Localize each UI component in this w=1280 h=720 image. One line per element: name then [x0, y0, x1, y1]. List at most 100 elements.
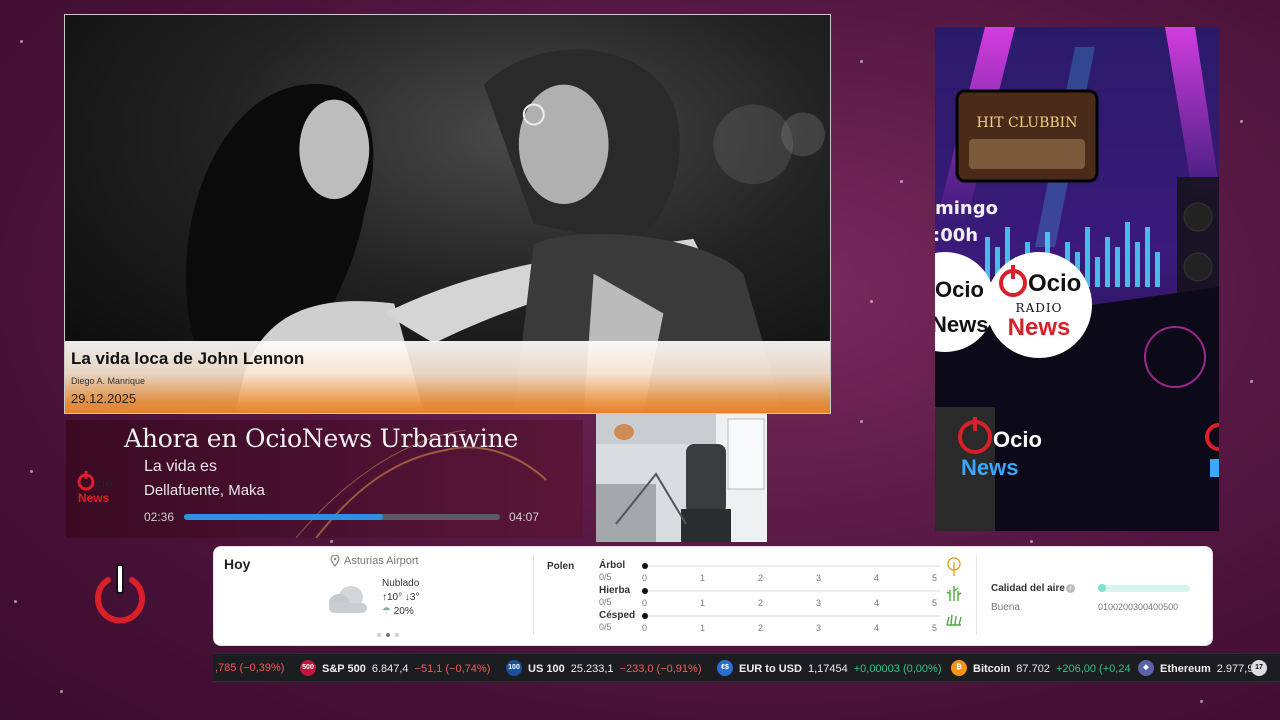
svg-text:cio: cio: [95, 476, 112, 490]
radio-promo-poster: HIT CLUBBIN mingo :00h Ocio News Ocio RA…: [935, 27, 1219, 531]
elapsed-time: 02:36: [144, 510, 175, 524]
info-icon[interactable]: i: [1066, 584, 1075, 593]
promo-sign: HIT CLUBBIN: [977, 115, 1078, 131]
ticker-name: S&P 500: [322, 663, 366, 675]
weather-location[interactable]: Asturias Airport: [330, 555, 419, 567]
ticker-change: −51,1 (−0,74%): [414, 663, 491, 675]
pollen-scale: 0 1 2 3 4 5: [642, 573, 942, 584]
market-ticker[interactable]: ,785 (−0,39%) 500 S&P 500 6.847,4 −51,1 …: [213, 653, 1280, 682]
ticker-name: EUR to USD: [739, 663, 802, 675]
tick: 0: [642, 623, 648, 633]
tick: 3: [816, 598, 822, 608]
news-title[interactable]: La vida loca de John Lennon: [71, 349, 824, 369]
ticker-change: −233,0 (−0,91%): [619, 663, 702, 675]
ticker-price: 2.977,9: [1216, 663, 1254, 675]
location-pin-icon: [330, 555, 340, 567]
grass-icon: [946, 586, 962, 601]
weather-rain: ☂ 20%: [382, 606, 414, 617]
pager-dot-active[interactable]: [386, 633, 390, 637]
progress-fill: [184, 514, 384, 520]
ocionews-logo: cio News: [77, 471, 112, 505]
ticker-price: 25.233,1: [570, 663, 614, 675]
pollen-bar: [642, 588, 940, 594]
news-caption: La vida loca de John Lennon Diego A. Man…: [65, 341, 830, 413]
umbrella-icon: ☂: [382, 606, 391, 617]
weather-condition: Nublado: [382, 578, 420, 589]
weather-today[interactable]: Hoy: [224, 556, 250, 572]
bitcoin-icon: ₿: [951, 660, 967, 676]
webcam-feed: [596, 414, 767, 542]
weather-location-label: Asturias Airport: [344, 555, 419, 567]
ticker-item[interactable]: ,785 (−0,39%): [215, 662, 284, 674]
ticker-item-ethereum[interactable]: ◆ Ethereum 2.977,9: [1138, 660, 1254, 676]
pollen-bar: [642, 613, 940, 619]
tick: 1: [700, 598, 706, 608]
eurusd-icon: €$: [717, 660, 733, 676]
pager-dot[interactable]: [377, 633, 381, 637]
us100-icon: 100: [506, 660, 522, 676]
promo-day: mingo: [935, 198, 998, 219]
tick: 0: [642, 598, 648, 608]
tick: 0: [642, 573, 648, 583]
news-author: Diego A. Manrique: [71, 376, 146, 386]
temp-high: 10°: [387, 592, 403, 603]
ticker-change: +206,00 (+0,24: [1055, 663, 1131, 675]
ticker-item-us100[interactable]: 100 US 100 25.233,1 −233,0 (−0,91%): [506, 660, 702, 676]
pollen-row-grass: Hierba 0/5 0 1 2 3 4 5: [599, 585, 962, 609]
ticker-name: Ethereum: [1160, 663, 1211, 675]
pollen-name: Árbol: [599, 560, 626, 571]
pollen-row-lawn: Césped 0/5 0 1 2 3 4 5: [599, 610, 962, 634]
total-time: 04:07: [509, 510, 540, 524]
song-artist: Dellafuente, Maka: [144, 482, 265, 499]
tick: 4: [874, 573, 880, 583]
promo-left-news: News: [935, 312, 988, 337]
weather-pager[interactable]: [377, 633, 399, 637]
pollen-name: Hierba: [599, 585, 631, 596]
divider: [533, 555, 534, 635]
rain-chance: 20%: [393, 606, 414, 617]
tick: 5: [932, 598, 938, 608]
tick: 1: [700, 623, 706, 633]
promo-logo-ocio: Ocio: [1028, 270, 1081, 297]
pollen-scale: 0 1 2 3 4 5: [642, 623, 942, 634]
weather-widget: Hoy Asturias Airport Nublado ↑10° ↓3° ☂ …: [213, 546, 1213, 646]
now-playing-panel: Ahora en OcioNews Urbanwine cio News La …: [66, 420, 583, 538]
news-card[interactable]: La vida loca de John Lennon Diego A. Man…: [64, 14, 831, 414]
promo-bottom-news: News: [961, 455, 1018, 480]
song-title: La vida es: [144, 458, 217, 475]
ticker-item-bitcoin[interactable]: ₿ Bitcoin 87.702 +206,00 (+0,24: [951, 660, 1131, 676]
ticker-change: ,785 (−0,39%): [215, 662, 285, 674]
pollen-bar: [642, 563, 940, 569]
promo-bottom-ocio: Ocio: [993, 427, 1042, 452]
ticker-change: +0,00003 (0,00%): [853, 663, 942, 675]
tick: 2: [758, 573, 764, 583]
temp-low: 3°: [409, 592, 420, 603]
tick: 3: [816, 623, 822, 633]
pollen-level-dot: [642, 588, 648, 594]
progress-bar[interactable]: [184, 514, 500, 520]
tick: 2: [758, 598, 764, 608]
ticker-name: US 100: [528, 663, 565, 675]
tree-icon: [947, 557, 961, 576]
pollen-value: 0/5: [599, 572, 612, 582]
promo-left-ocio: Ocio: [935, 277, 984, 302]
ticker-item-eurusd[interactable]: €$ EUR to USD 1,17454 +0,00003 (0,00%): [717, 660, 942, 676]
power-icon[interactable]: [93, 562, 147, 624]
tick: 4: [874, 623, 880, 633]
ticker-item-sp500[interactable]: 500 S&P 500 6.847,4 −51,1 (−0,74%): [300, 660, 491, 676]
ticker-price: 87.702: [1016, 663, 1050, 675]
pollen-scale: 0 1 2 3 4 5: [642, 598, 942, 609]
divider: [976, 555, 977, 635]
tick: 5: [932, 573, 938, 583]
promo-logo-radio: RADIO: [1016, 301, 1063, 315]
pollen-value: 0/5: [599, 597, 612, 607]
news-date: 29.12.2025: [71, 391, 137, 406]
air-quality-label: Buena: [991, 602, 1020, 613]
pollen-name: Césped: [599, 610, 636, 621]
pollen-value: 0/5: [599, 622, 612, 632]
ticker-item-next[interactable]: 17: [1251, 660, 1267, 676]
now-playing-heading: Ahora en OcioNews Urbanwine: [124, 424, 519, 453]
promo-time: :00h: [935, 225, 978, 246]
cloud-icon: [329, 586, 367, 613]
pager-dot[interactable]: [395, 633, 399, 637]
